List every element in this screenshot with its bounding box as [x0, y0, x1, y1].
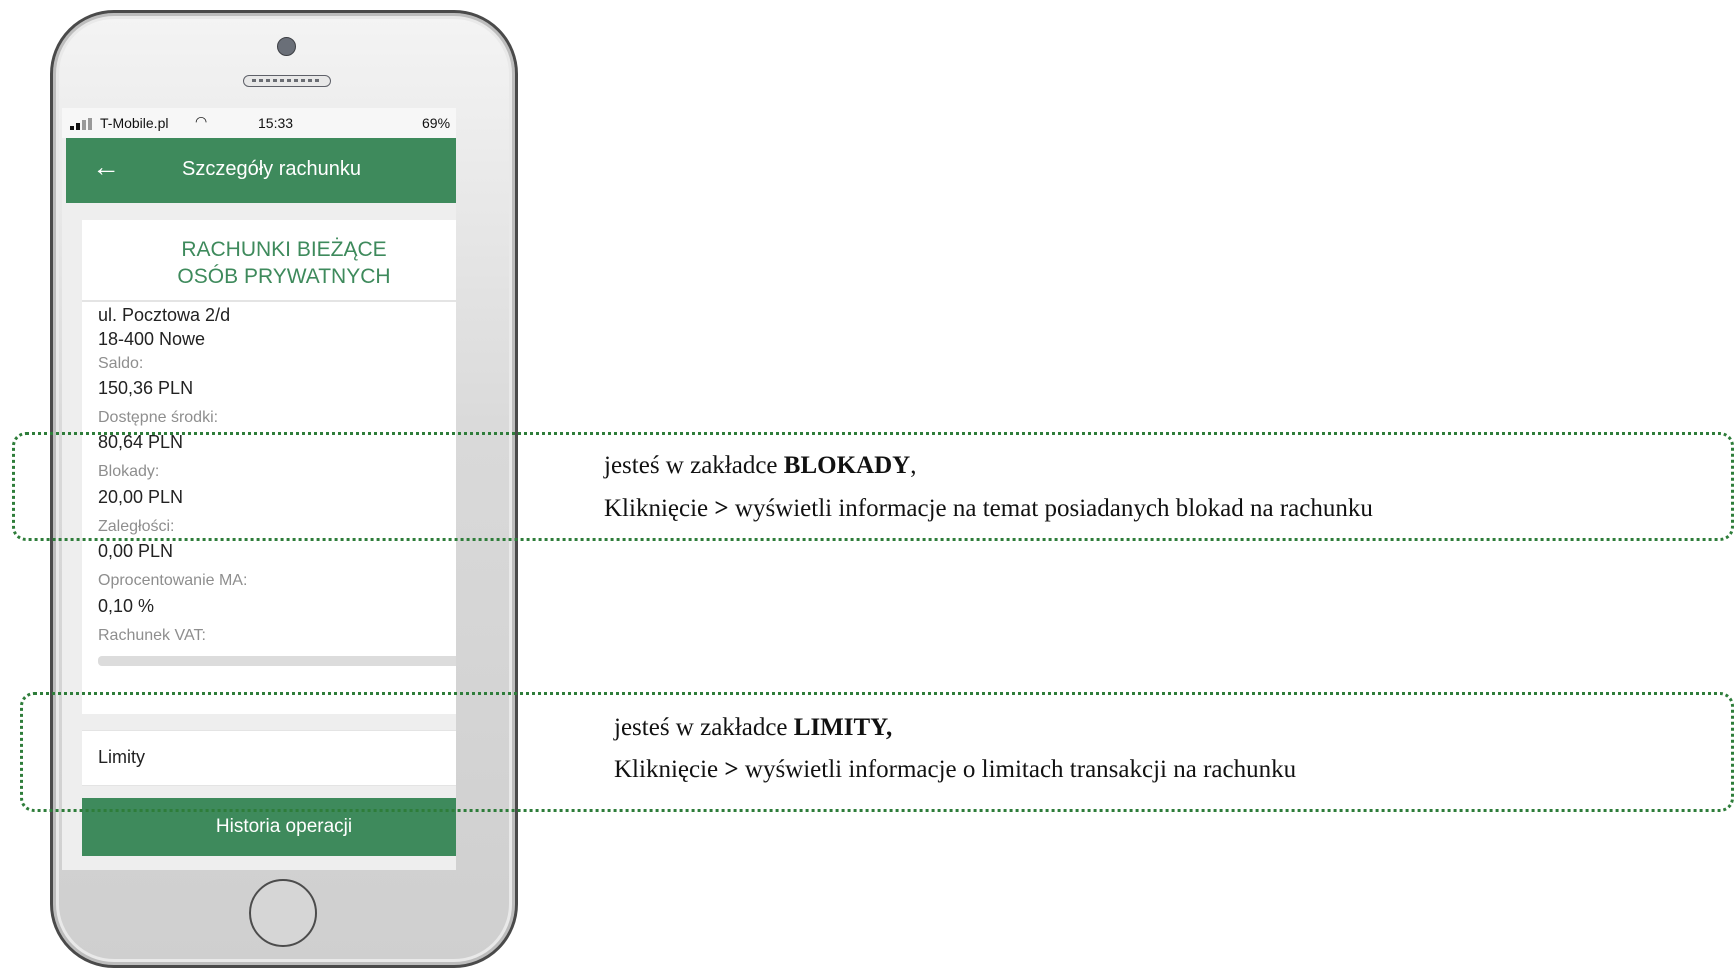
callout-bold: > — [714, 495, 729, 522]
blokady-callout-line1: jesteś w zakładce BLOKADY, — [604, 446, 916, 486]
account-type-title: RACHUNKI BIEŻĄCE OSÓB PRYWATNYCH — [82, 236, 456, 290]
camera-icon — [277, 37, 296, 56]
callout-text: wyświetli informacje o limitach transakc… — [738, 756, 1297, 783]
callout-text: jesteś w zakładce — [614, 714, 794, 741]
carrier-name: T-Mobile.pl — [100, 115, 169, 131]
signal-icon — [70, 118, 96, 130]
available-funds-label: Dostępne środki: — [98, 409, 219, 426]
callout-bold: LIMITY, — [793, 714, 893, 741]
interest-value: 0,10 % — [98, 596, 155, 616]
limity-callout-line1: jesteś w zakładce LIMITY, — [614, 708, 892, 748]
speaker-grille — [243, 75, 331, 87]
wifi-icon: ◠ — [195, 113, 208, 129]
app-header: ← Szczegóły rachunku — [66, 138, 456, 203]
arrow-left-icon[interactable]: ← — [92, 152, 120, 182]
account-type-line1: RACHUNKI BIEŻĄCE — [181, 238, 387, 261]
limity-callout-line2: Kliknięcie > wyświetli informacje o limi… — [614, 750, 1296, 790]
callout-text: wyświetli informacje na temat posiadanyc… — [728, 495, 1373, 522]
status-bar: T-Mobile.pl ◠ 15:33 69% — [62, 108, 456, 138]
callout-text: Kliknięcie — [614, 756, 725, 783]
page-title: Szczegóły rachunku — [182, 158, 361, 180]
address-line2: 18-400 Nowe — [98, 329, 206, 349]
blokady-callout-line2: Kliknięcie > wyświetli informacje na tem… — [604, 489, 1373, 529]
callout-text: jesteś w zakładce — [604, 452, 784, 479]
interest-label: Oprocentowanie MA: — [98, 572, 248, 589]
callout-text: , — [910, 452, 917, 479]
divider — [82, 300, 456, 302]
status-time: 15:33 — [258, 115, 294, 131]
saldo-label: Saldo: — [98, 355, 144, 372]
address-line1: ul. Pocztowa 2/d — [98, 305, 231, 325]
arrears-value: 0,00 PLN — [98, 541, 174, 561]
account-address: ul. Pocztowa 2/d 18-400 Nowe — [98, 303, 230, 351]
callout-text: Kliknięcie — [604, 495, 715, 522]
vat-account-label: Rachunek VAT: — [98, 627, 206, 644]
saldo-value: 150,36 PLN — [98, 378, 194, 398]
home-button[interactable] — [249, 879, 317, 947]
account-type-line2: OSÓB PRYWATNYCH — [177, 265, 391, 288]
callout-bold: > — [724, 756, 739, 783]
vat-account-value-blurred — [98, 656, 456, 666]
callout-bold: BLOKADY — [783, 452, 911, 479]
battery-percentage: 69% — [422, 115, 451, 131]
